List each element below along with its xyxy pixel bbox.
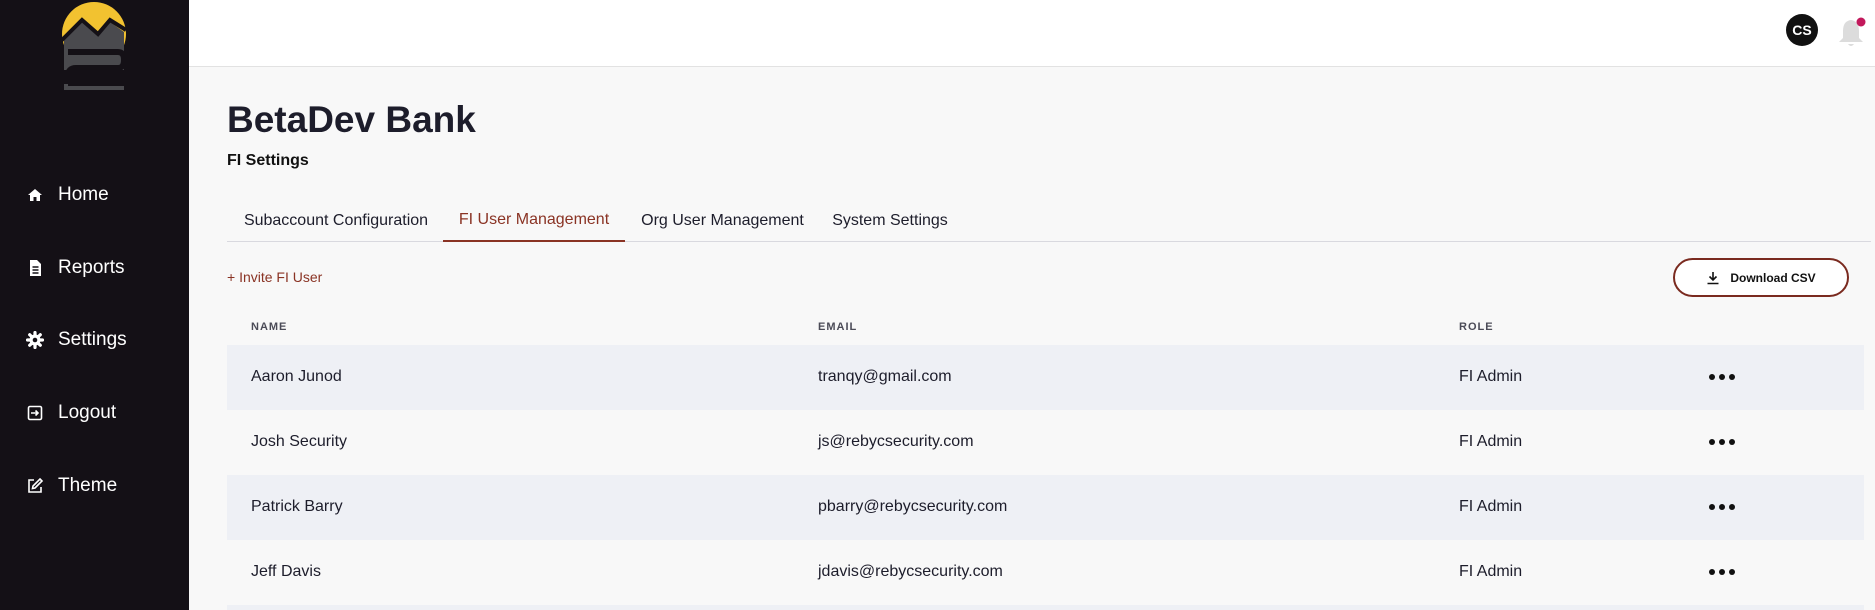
download-csv-button[interactable]: Download CSV <box>1673 258 1849 297</box>
column-header-role[interactable]: ROLE <box>1459 321 1494 333</box>
download-icon <box>1707 271 1719 284</box>
table-row-partial <box>227 605 1864 610</box>
page-subtitle: FI Settings <box>227 152 309 169</box>
download-csv-label: Download CSV <box>1730 270 1816 285</box>
tab-bar: Subaccount Configuration FI User Managem… <box>227 200 1871 242</box>
sidebar-item-theme[interactable]: Theme <box>26 471 117 501</box>
user-name: Patrick Barry <box>251 498 343 515</box>
more-options-icon[interactable] <box>1709 564 1735 580</box>
user-email: js@rebycsecurity.com <box>818 433 974 450</box>
user-role: FI Admin <box>1459 433 1523 450</box>
column-header-email[interactable]: EMAIL <box>818 321 857 333</box>
sidebar-item-label: Settings <box>58 329 127 350</box>
tab-fi-user-management[interactable]: FI User Management <box>443 200 625 242</box>
user-role: FI Admin <box>1459 368 1523 385</box>
sidebar: Home Reports Settings Logout Theme <box>0 0 189 610</box>
logout-icon <box>27 405 43 421</box>
sidebar-item-reports[interactable]: Reports <box>26 253 125 283</box>
tab-org-user-management[interactable]: Org User Management <box>625 200 820 241</box>
sidebar-item-logout[interactable]: Logout <box>26 398 116 428</box>
table-row[interactable]: Aaron Junod tranqy@gmail.com FI Admin <box>227 345 1864 410</box>
sidebar-item-label: Theme <box>58 475 118 496</box>
user-role: FI Admin <box>1459 563 1523 580</box>
table-row[interactable]: Josh Security js@rebycsecurity.com FI Ad… <box>227 410 1864 475</box>
table-header: NAME EMAIL ROLE <box>227 311 1864 345</box>
users-table: NAME EMAIL ROLE Aaron Junod tranqy@gmail… <box>227 311 1864 610</box>
sidebar-item-label: Reports <box>58 257 125 278</box>
more-options-icon[interactable] <box>1709 499 1735 515</box>
user-email: pbarry@rebycsecurity.com <box>818 498 1008 515</box>
document-icon <box>30 260 41 276</box>
gear-icon <box>26 331 44 349</box>
more-options-icon[interactable] <box>1709 369 1735 385</box>
user-name: Aaron Junod <box>251 368 342 385</box>
invite-fi-user-link[interactable]: + Invite FI User <box>227 269 322 285</box>
tab-system-settings[interactable]: System Settings <box>820 200 960 241</box>
user-name: Josh Security <box>251 433 348 450</box>
notification-dot <box>1856 17 1866 27</box>
user-role: FI Admin <box>1459 498 1523 515</box>
sidebar-item-label: Logout <box>58 402 117 423</box>
avatar[interactable]: CS <box>1786 14 1818 46</box>
more-options-icon[interactable] <box>1709 434 1735 450</box>
edit-icon <box>28 477 44 493</box>
column-header-name[interactable]: NAME <box>251 321 287 333</box>
user-name: Jeff Davis <box>251 563 321 580</box>
table-row[interactable]: Patrick Barry pbarry@rebycsecurity.com F… <box>227 475 1864 540</box>
top-bar <box>189 0 1875 67</box>
main-content: BetaDev Bank FI Settings Subaccount Conf… <box>189 67 1875 610</box>
user-email: tranqy@gmail.com <box>818 368 952 385</box>
sidebar-item-settings[interactable]: Settings <box>26 325 127 355</box>
tab-subaccount-configuration[interactable]: Subaccount Configuration <box>227 200 445 241</box>
sidebar-item-home[interactable]: Home <box>26 180 109 210</box>
table-row[interactable]: Jeff Davis jdavis@rebycsecurity.com FI A… <box>227 540 1864 605</box>
app-logo[interactable] <box>58 0 128 94</box>
home-icon <box>28 189 42 201</box>
notification-bell-icon[interactable] <box>1836 12 1870 50</box>
user-email: jdavis@rebycsecurity.com <box>818 563 1003 580</box>
sidebar-item-label: Home <box>58 184 109 205</box>
page-title: BetaDev Bank <box>227 99 476 140</box>
